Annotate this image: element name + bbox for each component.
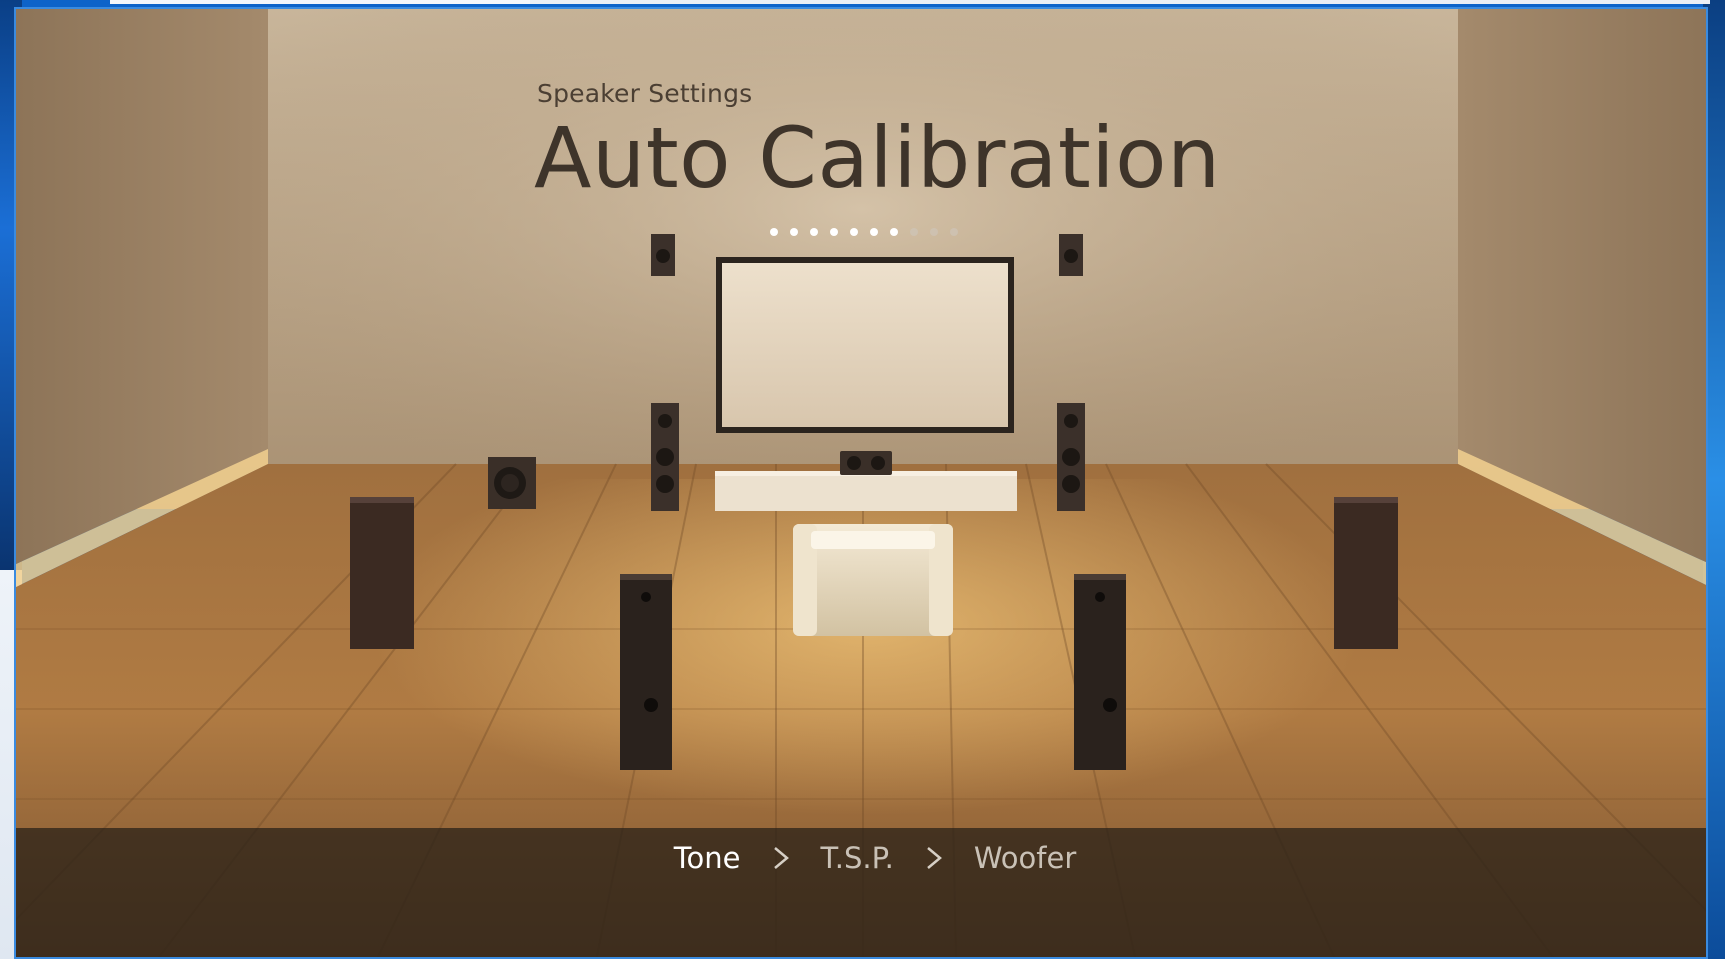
- step-tone[interactable]: Tone: [668, 841, 747, 875]
- progress-dot-complete: [850, 228, 858, 236]
- progress-dot-complete: [770, 228, 778, 236]
- chevron-right-icon: [773, 847, 789, 869]
- step-woofer[interactable]: Woofer: [968, 841, 1082, 875]
- progress-dot-pending: [910, 228, 918, 236]
- progress-dot-pending: [950, 228, 958, 236]
- auto-calibration-window: Speaker Settings Auto Calibration Tone T…: [14, 7, 1708, 959]
- desktop-top-strip: [110, 0, 530, 4]
- chevron-right-icon: [927, 847, 942, 869]
- calibration-steps: Tone T.S.P. Woofer: [16, 841, 1706, 875]
- desktop-top-strip-2: [530, 0, 1710, 4]
- page-subtitle: Speaker Settings: [537, 79, 753, 108]
- progress-dot-complete: [790, 228, 798, 236]
- progress-dot-complete: [810, 228, 818, 236]
- step-tsp[interactable]: T.S.P.: [815, 841, 900, 875]
- page-title: Auto Calibration: [534, 109, 1221, 207]
- progress-dot-complete: [870, 228, 878, 236]
- progress-dots: [770, 228, 958, 236]
- progress-dot-complete: [890, 228, 898, 236]
- progress-dot-complete: [830, 228, 838, 236]
- progress-dot-pending: [930, 228, 938, 236]
